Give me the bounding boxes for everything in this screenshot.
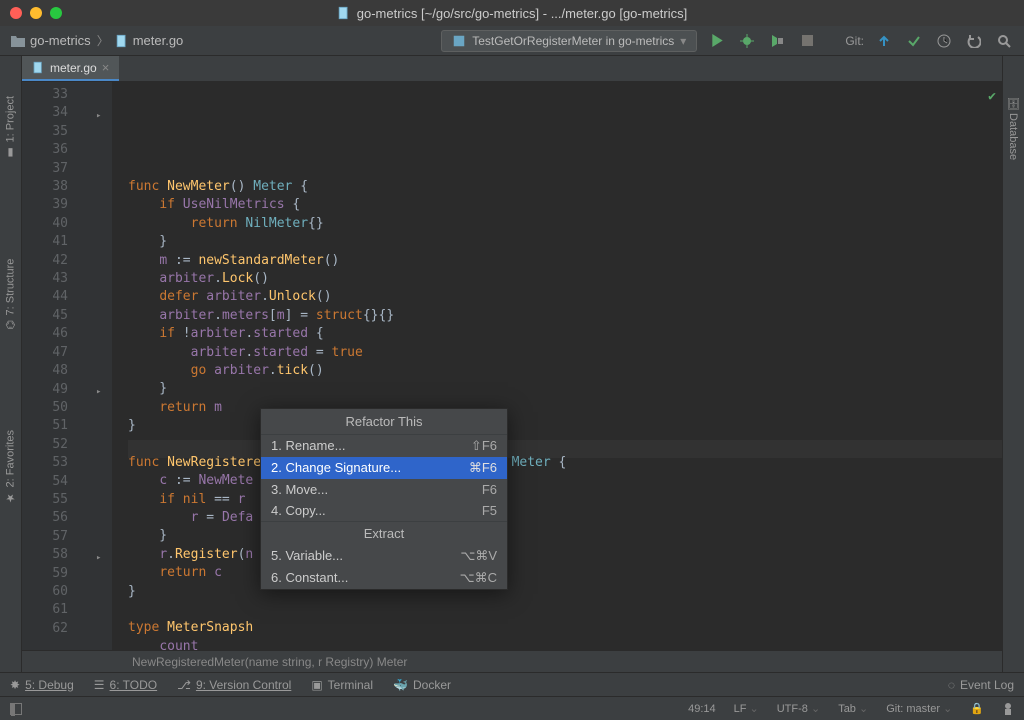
go-file-icon [115, 34, 129, 48]
refactor-item-copy[interactable]: 4. Copy...F5 [261, 500, 507, 521]
run-button[interactable] [707, 31, 727, 51]
refactor-this-popup: Refactor This 1. Rename...⇧F62. Change S… [260, 408, 508, 590]
go-test-icon [452, 34, 466, 48]
tool-window-terminal[interactable]: ▣ Terminal [311, 678, 373, 692]
line-numbers: 3334353637383940414243444546474849505152… [22, 82, 76, 650]
bottom-tool-window-stripe: ✸ 5: Debug ☰ 6: TODO ⎇ 9: Version Contro… [0, 672, 1024, 696]
code-area[interactable]: 3334353637383940414243444546474849505152… [22, 82, 1002, 650]
code-content[interactable]: ✔ func NewMeter() Meter { if UseNilMetri… [112, 82, 1002, 650]
status-hector-icon[interactable] [1002, 702, 1014, 716]
run-with-coverage-button[interactable] [767, 31, 787, 51]
breadcrumb-file[interactable]: meter.go [115, 33, 184, 48]
go-file-icon [337, 6, 351, 20]
vcs-update-button[interactable] [874, 31, 894, 51]
breadcrumb-separator: 〉 [97, 32, 109, 49]
status-git-branch[interactable]: Git: master ⌄ [886, 702, 952, 715]
tool-window-vcs[interactable]: ⎇ 9: Version Control [177, 678, 291, 692]
refactor-item-variable[interactable]: 5. Variable...⌥⌘V [261, 545, 507, 567]
editor: meter.go × 33343536373839404142434445464… [22, 56, 1002, 672]
refactor-item-change-signature[interactable]: 2. Change Signature...⌘F6 [261, 457, 507, 479]
tool-window-docker[interactable]: 🐳 Docker [393, 678, 451, 692]
tool-window-project[interactable]: ▮ 1: Project [4, 96, 17, 159]
right-tool-window-stripe: 🗄 Database [1002, 56, 1024, 672]
editor-breadcrumb[interactable]: NewRegisteredMeter(name string, r Regist… [22, 650, 1002, 672]
popup-section-header: Extract [261, 521, 507, 545]
left-tool-window-stripe: ▮ 1: Project ⌬ 7: Structure ★ 2: Favorit… [0, 56, 22, 672]
close-tab-icon[interactable]: × [102, 60, 110, 75]
status-readonly-icon[interactable]: 🔒 [970, 702, 984, 715]
status-line-separator[interactable]: LF ⌄ [734, 702, 759, 715]
tool-window-database[interactable]: 🗄 Database [1007, 96, 1020, 160]
editor-tabs: meter.go × [22, 56, 1002, 82]
editor-tab[interactable]: meter.go × [22, 56, 119, 81]
fold-gutter[interactable]: ▸▸▸ [92, 82, 112, 650]
status-tool-windows-icon[interactable] [10, 703, 22, 715]
tool-window-structure[interactable]: ⌬ 7: Structure [4, 259, 17, 329]
tool-window-debug[interactable]: ✸ 5: Debug [10, 678, 74, 692]
stop-button[interactable] [797, 31, 817, 51]
inspection-ok-icon: ✔ [988, 88, 996, 106]
status-encoding[interactable]: UTF-8 ⌄ [777, 702, 820, 715]
vcs-revert-button[interactable] [964, 31, 984, 51]
popup-title: Refactor This [261, 409, 507, 435]
tool-window-favorites[interactable]: ★ 2: Favorites [4, 430, 17, 504]
window-title: go-metrics [~/go/src/go-metrics] - .../m… [0, 6, 1024, 21]
title-bar: go-metrics [~/go/src/go-metrics] - .../m… [0, 0, 1024, 26]
navigation-bar: go-metrics 〉 meter.go TestGetOrRegisterM… [0, 26, 1024, 56]
refactor-item-move[interactable]: 3. Move...F6 [261, 479, 507, 500]
status-bar: 49:14 LF ⌄ UTF-8 ⌄ Tab ⌄ Git: master ⌄ 🔒 [0, 696, 1024, 720]
run-configuration-selector[interactable]: TestGetOrRegisterMeter in go-metrics ▾ [441, 30, 697, 52]
tool-window-event-log[interactable]: ◌ Event Log [948, 678, 1014, 692]
status-caret-position[interactable]: 49:14 [688, 703, 716, 715]
go-file-icon [32, 61, 45, 74]
tool-window-todo[interactable]: ☰ 6: TODO [94, 678, 157, 692]
git-label: Git: [845, 34, 864, 48]
vcs-commit-button[interactable] [904, 31, 924, 51]
folder-icon [10, 34, 26, 48]
breadcrumb-project[interactable]: go-metrics [10, 33, 91, 48]
vcs-history-button[interactable] [934, 31, 954, 51]
refactor-item-constant[interactable]: 6. Constant...⌥⌘C [261, 567, 507, 589]
editor-tab-label: meter.go [50, 61, 97, 75]
search-everywhere-button[interactable] [994, 31, 1014, 51]
chevron-down-icon: ▾ [680, 34, 686, 48]
breakpoint-gutter[interactable] [76, 82, 92, 650]
refactor-item-rename[interactable]: 1. Rename...⇧F6 [261, 435, 507, 457]
main-area: ▮ 1: Project ⌬ 7: Structure ★ 2: Favorit… [0, 56, 1024, 672]
debug-button[interactable] [737, 31, 757, 51]
status-indent[interactable]: Tab ⌄ [838, 702, 868, 715]
